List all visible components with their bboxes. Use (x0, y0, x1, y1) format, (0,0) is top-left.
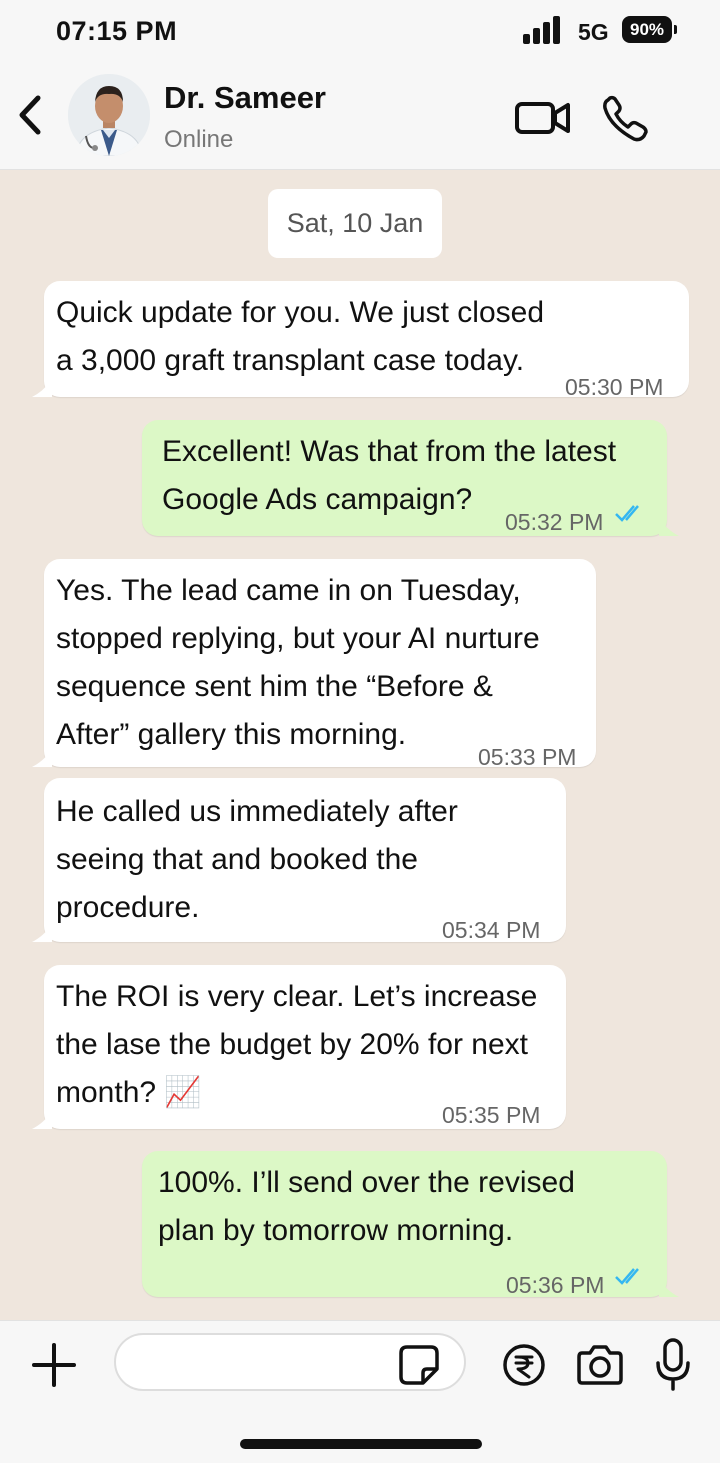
message-incoming[interactable]: He called us immediately after seeing th… (32, 778, 566, 943)
phone-icon[interactable] (600, 94, 650, 144)
mic-icon[interactable] (654, 1337, 692, 1391)
message-line: procedure. (56, 891, 200, 924)
message-time: 05:34 PM (442, 917, 541, 943)
message-incoming[interactable]: Quick update for you. We just closed a 3… (32, 281, 689, 400)
message-line: After” gallery this morning. (56, 718, 407, 751)
message-outgoing[interactable]: 100%. I’ll send over the revised plan by… (142, 1151, 679, 1298)
message-line: sequence sent him the “Before & (56, 670, 493, 703)
message-incoming[interactable]: Yes. The lead came in on Tuesday, stoppe… (32, 559, 596, 770)
sticker-icon[interactable] (397, 1343, 441, 1387)
message-line: He called us immediately after (56, 795, 458, 828)
message-line: plan by tomorrow morning. (158, 1214, 514, 1247)
message-line: stopped replying, but your AI nurture (56, 622, 540, 655)
read-ticks-icon (615, 505, 639, 522)
message-line: Yes. The lead came in on Tuesday, (56, 574, 521, 607)
message-line: 100%. I’ll send over the revised (158, 1166, 575, 1199)
message-incoming[interactable]: The ROI is very clear. Let’s increase th… (32, 965, 566, 1129)
read-ticks-icon (615, 1268, 639, 1285)
message-time: 05:30 PM (565, 374, 664, 400)
composer-bar (0, 1320, 720, 1463)
battery-indicator: 90% (622, 16, 677, 43)
network-type: 5G (578, 19, 609, 45)
contact-name[interactable]: Dr. Sameer (164, 80, 326, 116)
chat-area[interactable]: Sat, 10 Jan Quick update for you. We jus… (0, 170, 720, 1320)
message-time: 05:35 PM (442, 1102, 541, 1128)
signal-icon (523, 14, 567, 44)
contact-status: Online (164, 126, 234, 153)
message-line: Google Ads campaign? (162, 483, 473, 516)
camera-icon[interactable] (576, 1341, 624, 1387)
message-time: 05:33 PM (478, 744, 577, 770)
message-line: month? 📈 (56, 1076, 202, 1109)
message-line: the lase the budget by 20% for next (56, 1028, 528, 1061)
bubble-tail (32, 379, 52, 397)
rupee-icon[interactable] (502, 1343, 546, 1387)
bubble-tail (32, 749, 52, 767)
message-outgoing[interactable]: Excellent! Was that from the latest Goog… (142, 420, 679, 536)
message-line: Excellent! Was that from the latest (162, 435, 617, 468)
date-chip: Sat, 10 Jan (268, 189, 442, 258)
message-time: 05:32 PM (505, 509, 604, 535)
plus-icon[interactable] (30, 1341, 78, 1389)
top-bar: 07:15 PM 5G 90% Dr. Sameer Online (0, 0, 720, 170)
bubble-tail (659, 1279, 679, 1297)
message-line: a 3,000 graft transplant case today. (56, 344, 525, 377)
message-time: 05:36 PM (506, 1272, 605, 1298)
home-indicator (240, 1439, 482, 1449)
status-time: 07:15 PM (56, 16, 178, 46)
avatar[interactable] (68, 74, 150, 156)
message-line: The ROI is very clear. Let’s increase (56, 980, 538, 1013)
bubble-tail (32, 1111, 52, 1129)
bubble-tail (32, 924, 52, 942)
message-line: Quick update for you. We just closed (56, 296, 545, 329)
bubble-tail (659, 518, 679, 536)
message-line: seeing that and booked the (56, 843, 418, 876)
video-call-icon[interactable] (514, 96, 572, 138)
chevron-left-icon[interactable] (10, 90, 50, 140)
